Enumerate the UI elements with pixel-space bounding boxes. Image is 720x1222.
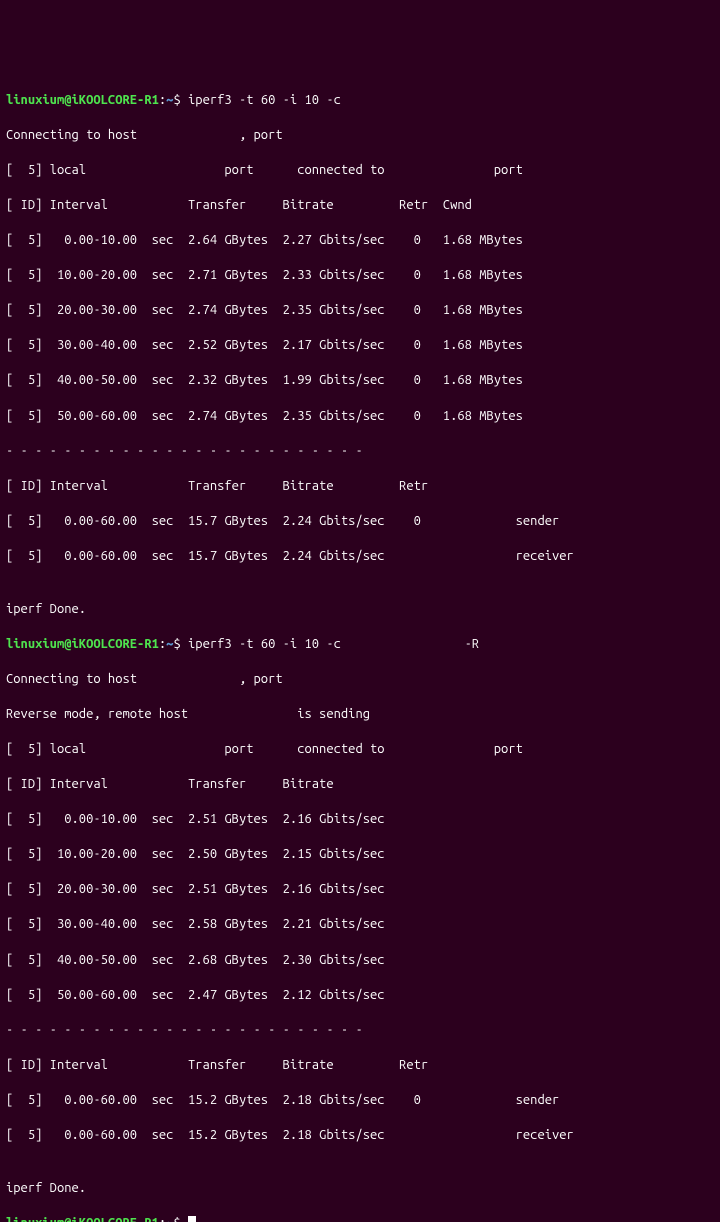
prompt-path: ~ xyxy=(166,1216,173,1222)
prompt-line-3[interactable]: linuxium@iKOOLCORE-R1:~$ xyxy=(6,1215,714,1222)
output-row: [ 5] 20.00-30.00 sec 2.51 GBytes 2.16 Gb… xyxy=(6,881,714,899)
prompt-line-1[interactable]: linuxium@iKOOLCORE-R1:~$ iperf3 -t 60 -i… xyxy=(6,92,714,110)
output-local: [ 5] local port connected to port xyxy=(6,741,714,759)
output-row: [ 5] 30.00-40.00 sec 2.52 GBytes 2.17 Gb… xyxy=(6,337,714,355)
output-header: [ ID] Interval Transfer Bitrate Retr Cwn… xyxy=(6,197,714,215)
output-connecting: Connecting to host , port xyxy=(6,671,714,689)
output-header: [ ID] Interval Transfer Bitrate xyxy=(6,776,714,794)
prompt-line-2[interactable]: linuxium@iKOOLCORE-R1:~$ iperf3 -t 60 -i… xyxy=(6,636,714,654)
output-done: iperf Done. xyxy=(6,1180,714,1198)
output-done: iperf Done. xyxy=(6,601,714,619)
output-summary-receiver: [ 5] 0.00-60.00 sec 15.2 GBytes 2.18 Gbi… xyxy=(6,1127,714,1145)
output-summary-receiver: [ 5] 0.00-60.00 sec 15.7 GBytes 2.24 Gbi… xyxy=(6,548,714,566)
output-summary-sender: [ 5] 0.00-60.00 sec 15.7 GBytes 2.24 Gbi… xyxy=(6,513,714,531)
output-summary-header: [ ID] Interval Transfer Bitrate Retr xyxy=(6,1057,714,1075)
output-row: [ 5] 30.00-40.00 sec 2.58 GBytes 2.21 Gb… xyxy=(6,916,714,934)
output-row: [ 5] 0.00-10.00 sec 2.51 GBytes 2.16 Gbi… xyxy=(6,811,714,829)
output-reverse: Reverse mode, remote host is sending xyxy=(6,706,714,724)
cursor-icon xyxy=(188,1216,196,1222)
prompt-path: ~ xyxy=(166,637,173,651)
output-summary-header: [ ID] Interval Transfer Bitrate Retr xyxy=(6,478,714,496)
prompt-dollar: $ xyxy=(173,1216,188,1222)
output-row: [ 5] 40.00-50.00 sec 2.32 GBytes 1.99 Gb… xyxy=(6,372,714,390)
output-local: [ 5] local port connected to port xyxy=(6,162,714,180)
output-separator: - - - - - - - - - - - - - - - - - - - - … xyxy=(6,1022,714,1040)
prompt-dollar: $ xyxy=(173,93,188,107)
output-row: [ 5] 10.00-20.00 sec 2.50 GBytes 2.15 Gb… xyxy=(6,846,714,864)
output-row: [ 5] 50.00-60.00 sec 2.74 GBytes 2.35 Gb… xyxy=(6,408,714,426)
command-text: iperf3 -t 60 -i 10 -c -R xyxy=(188,637,479,651)
output-row: [ 5] 10.00-20.00 sec 2.71 GBytes 2.33 Gb… xyxy=(6,267,714,285)
output-connecting: Connecting to host , port xyxy=(6,127,714,145)
output-summary-sender: [ 5] 0.00-60.00 sec 15.2 GBytes 2.18 Gbi… xyxy=(6,1092,714,1110)
command-text: iperf3 -t 60 -i 10 -c xyxy=(188,93,341,107)
prompt-user-host: linuxium@iKOOLCORE-R1 xyxy=(6,93,159,107)
prompt-user-host: linuxium@iKOOLCORE-R1 xyxy=(6,1216,159,1222)
output-separator: - - - - - - - - - - - - - - - - - - - - … xyxy=(6,443,714,461)
prompt-colon: : xyxy=(159,637,166,651)
output-row: [ 5] 20.00-30.00 sec 2.74 GBytes 2.35 Gb… xyxy=(6,302,714,320)
output-row: [ 5] 0.00-10.00 sec 2.64 GBytes 2.27 Gbi… xyxy=(6,232,714,250)
terminal-output: linuxium@iKOOLCORE-R1:~$ iperf3 -t 60 -i… xyxy=(6,74,714,1222)
prompt-dollar: $ xyxy=(173,637,188,651)
output-row: [ 5] 50.00-60.00 sec 2.47 GBytes 2.12 Gb… xyxy=(6,987,714,1005)
output-row: [ 5] 40.00-50.00 sec 2.68 GBytes 2.30 Gb… xyxy=(6,952,714,970)
prompt-user-host: linuxium@iKOOLCORE-R1 xyxy=(6,637,159,651)
prompt-colon: : xyxy=(159,1216,166,1222)
